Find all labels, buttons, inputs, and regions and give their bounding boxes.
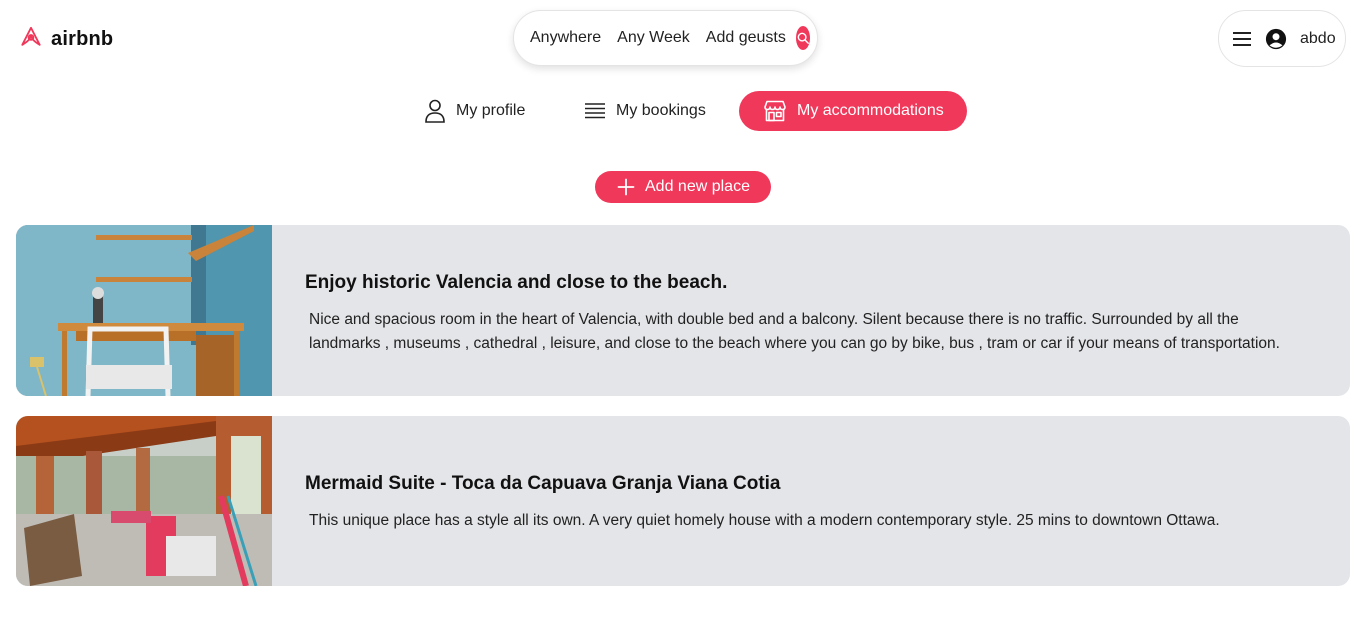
user-avatar-icon <box>1265 28 1287 49</box>
list-icon <box>585 103 605 119</box>
search-button[interactable] <box>795 26 810 50</box>
user-name: abdo <box>1300 29 1336 47</box>
search-any-week[interactable]: Any Week <box>609 29 698 47</box>
user-menu[interactable]: abdo <box>1218 10 1346 67</box>
tab-my-profile[interactable]: My profile <box>424 91 525 131</box>
logo-text: airbnb <box>51 28 114 50</box>
place-info: Enjoy historic Valencia and close to the… <box>272 225 1350 396</box>
tab-my-bookings-label: My bookings <box>616 102 706 119</box>
place-photo <box>16 416 272 586</box>
tab-my-profile-label: My profile <box>456 102 526 119</box>
place-photo <box>16 225 272 396</box>
logo[interactable]: airbnb <box>20 26 113 53</box>
tab-my-accommodations-label: My accommodations <box>797 102 944 119</box>
search-add-guests[interactable]: Add geusts <box>698 29 794 47</box>
add-new-place-label: Add new place <box>645 178 750 195</box>
airbnb-logo-icon <box>20 26 42 53</box>
search-icon <box>797 32 809 44</box>
place-description: Nice and spacious room in the heart of V… <box>309 310 1280 352</box>
place-card[interactable]: Mermaid Suite - Toca da Capuava Granja V… <box>16 416 1350 586</box>
place-info: Mermaid Suite - Toca da Capuava Granja V… <box>272 416 1280 586</box>
hamburger-menu-icon <box>1233 31 1251 46</box>
place-description: This unique place has a style all its ow… <box>309 512 1220 529</box>
search-bar[interactable]: Anywhere Any Week Add geusts <box>513 10 818 66</box>
place-title[interactable]: Mermaid Suite - Toca da Capuava Granja V… <box>305 473 1220 495</box>
building-store-icon <box>764 100 786 122</box>
add-new-place-button[interactable]: Add new place <box>595 171 771 203</box>
place-title[interactable]: Enjoy historic Valencia and close to the… <box>305 272 1290 294</box>
tab-my-bookings[interactable]: My bookings <box>584 91 706 131</box>
search-anywhere[interactable]: Anywhere <box>522 29 609 47</box>
tab-my-accommodations[interactable]: My accommodations <box>739 91 967 131</box>
user-icon <box>425 99 445 123</box>
place-card[interactable]: Enjoy historic Valencia and close to the… <box>16 225 1350 396</box>
plus-icon <box>617 178 635 196</box>
